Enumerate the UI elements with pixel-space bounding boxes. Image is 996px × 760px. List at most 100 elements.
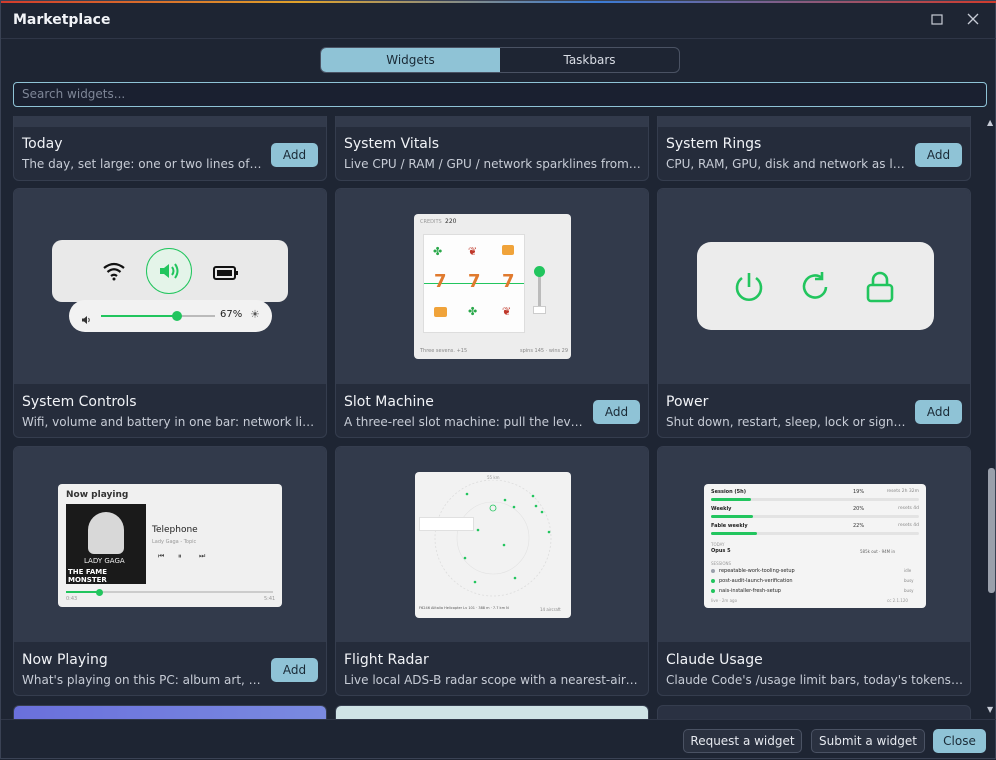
usage-bar-reset: resets 4d bbox=[898, 506, 919, 511]
lever-base bbox=[533, 306, 546, 314]
widget-card-slot-machine[interactable]: CREDITS 220 ✤ ❦ 7 7 7 ✤ ❦ Three sevens. … bbox=[335, 188, 649, 438]
widget-card-system-rings[interactable]: System Rings CPU, RAM, GPU, disk and net… bbox=[657, 116, 971, 181]
widget-preview: Session (5h) 19% resets 2h 32m Weekly 20% res… bbox=[658, 447, 970, 642]
brightness-icon: ☀ bbox=[250, 308, 260, 321]
usage-version: cc 2.1.120 bbox=[887, 598, 908, 603]
speaker-icon bbox=[160, 263, 179, 279]
previous-icon: ⏮ bbox=[158, 552, 165, 560]
grid-scrollbar[interactable]: ▲ ▼ bbox=[986, 116, 996, 719]
tab-taskbars[interactable]: Taskbars bbox=[500, 48, 679, 72]
usage-bar-value: 22% bbox=[853, 523, 865, 529]
widget-card-today[interactable]: Today The day, set large: one or two lin… bbox=[13, 116, 327, 181]
session-status-dot bbox=[711, 579, 715, 583]
session-status-dot bbox=[711, 569, 715, 573]
widget-card-claude-usage[interactable]: Session (5h) 19% resets 2h 32m Weekly 20% res… bbox=[657, 446, 971, 696]
scroll-down-arrow[interactable]: ▼ bbox=[987, 705, 993, 714]
widget-preview bbox=[658, 116, 970, 127]
reel-symbol: 7 bbox=[468, 271, 481, 292]
widget-card-power[interactable]: Power Shut down, restart, sleep, lock or… bbox=[657, 188, 971, 438]
dialog-footer: Request a widget Submit a widget Close bbox=[1, 719, 996, 760]
category-tabs: Widgets Taskbars bbox=[320, 47, 680, 73]
wifi-icon bbox=[102, 261, 126, 285]
now-playing-card: Now playing LADY GAGA THE FAME MONSTER T… bbox=[58, 484, 282, 607]
widget-card-now-playing[interactable]: Now playing LADY GAGA THE FAME MONSTER T… bbox=[13, 446, 327, 696]
radar-nearest: F6246 Alitalia Helicopter Lv 101 · 388 m… bbox=[419, 606, 509, 610]
volume-toggle bbox=[146, 248, 192, 294]
slot-status: Three sevens. +15 bbox=[420, 348, 468, 354]
widget-description: What's playing on this PC: album art, tr… bbox=[22, 673, 262, 687]
widget-name: Today bbox=[22, 136, 63, 152]
marketplace-window: Marketplace Widgets Taskbars Search widg… bbox=[0, 0, 996, 759]
widget-card[interactable] bbox=[13, 705, 327, 719]
scroll-thumb[interactable] bbox=[988, 468, 995, 593]
session-state: busy bbox=[904, 588, 914, 593]
widget-preview bbox=[14, 116, 326, 127]
widget-name: Claude Usage bbox=[666, 652, 763, 668]
restart-icon bbox=[798, 270, 832, 308]
lever-knob bbox=[534, 266, 545, 277]
radar-tooltip bbox=[419, 517, 474, 531]
add-button[interactable]: Add bbox=[915, 143, 962, 167]
widget-preview: CREDITS 220 ✤ ❦ 7 7 7 ✤ ❦ Three sevens. … bbox=[336, 189, 648, 384]
usage-bar-row: Session (5h) 19% resets 2h 32m bbox=[711, 489, 919, 504]
add-button[interactable]: Add bbox=[915, 400, 962, 424]
volume-fill bbox=[101, 315, 178, 317]
add-button[interactable]: Add bbox=[271, 658, 318, 682]
request-widget-button[interactable]: Request a widget bbox=[683, 729, 802, 753]
widget-name: System Rings bbox=[666, 136, 762, 152]
widget-preview: 55 km F6246 Alitalia Helicopter Lv 101 ·… bbox=[336, 447, 648, 642]
widget-description: Wifi, volume and battery in one bar: net… bbox=[22, 415, 318, 429]
usage-bar-track bbox=[711, 532, 919, 535]
session-state: busy bbox=[904, 578, 914, 583]
progress-knob bbox=[96, 588, 104, 596]
submit-widget-button[interactable]: Submit a widget bbox=[811, 729, 925, 753]
widget-description: Claude Code's /usage limit bars, today's… bbox=[666, 673, 966, 687]
widget-preview bbox=[658, 189, 970, 384]
track-artist: Lady Gaga - Topic bbox=[152, 539, 197, 545]
widget-card-system-vitals[interactable]: System Vitals Live CPU / RAM / GPU / net… bbox=[335, 116, 649, 181]
usage-bar-reset: resets 2h 32m bbox=[886, 489, 919, 494]
widget-description: CPU, RAM, GPU, disk and network as live … bbox=[666, 157, 906, 171]
volume-percent: 67% bbox=[220, 309, 243, 320]
widget-card-flight-radar[interactable]: 55 km F6246 Alitalia Helicopter Lv 101 ·… bbox=[335, 446, 649, 696]
widget-description: The day, set large: one or two lines of … bbox=[22, 157, 262, 171]
credits-value: 220 bbox=[445, 218, 457, 225]
session-state: idle bbox=[904, 568, 912, 573]
total-time: 5:41 bbox=[264, 596, 276, 602]
scroll-up-arrow[interactable]: ▲ bbox=[987, 118, 993, 127]
add-button[interactable]: Add bbox=[271, 143, 318, 167]
usage-updated: live · 2m ago bbox=[711, 598, 738, 603]
tab-widgets[interactable]: Widgets bbox=[321, 48, 500, 72]
bar-icon bbox=[434, 307, 447, 317]
reel-symbol: 7 bbox=[502, 271, 515, 292]
usage-bar-label: Fable weekly bbox=[711, 523, 748, 529]
usage-card: Session (5h) 19% resets 2h 32m Weekly 20% res… bbox=[704, 484, 926, 608]
session-status-dot bbox=[711, 589, 715, 593]
battery-icon bbox=[213, 265, 239, 284]
power-buttons-card bbox=[697, 242, 934, 330]
usage-bar-track bbox=[711, 515, 919, 518]
session-name: repeatable-work-tooling-setup bbox=[719, 568, 795, 574]
aircraft-count: 14 aircraft bbox=[540, 607, 561, 612]
close-button[interactable]: Close bbox=[933, 729, 986, 753]
maximize-icon[interactable] bbox=[926, 11, 948, 31]
usage-bar-fill bbox=[711, 515, 753, 518]
clover-icon: ✤ bbox=[433, 245, 443, 258]
slot-reels: ✤ ❦ 7 7 7 ✤ ❦ bbox=[423, 234, 525, 333]
window-title: Marketplace bbox=[13, 12, 111, 28]
close-icon[interactable] bbox=[962, 11, 984, 31]
volume-track bbox=[101, 311, 215, 321]
sessions-label: SESSIONS bbox=[711, 561, 732, 566]
slot-preview-card: CREDITS 220 ✤ ❦ 7 7 7 ✤ ❦ Three sevens. … bbox=[414, 214, 571, 359]
search-input[interactable]: Search widgets... bbox=[13, 82, 987, 107]
progress-fill bbox=[66, 591, 100, 593]
widget-card[interactable] bbox=[657, 705, 971, 719]
widget-card-system-controls[interactable]: 67% ☀ System Controls Wifi, volume and b… bbox=[13, 188, 327, 438]
pause-icon: ⏸ bbox=[178, 552, 182, 560]
title-bar: Marketplace bbox=[1, 3, 996, 39]
elapsed-time: 0:43 bbox=[66, 596, 78, 602]
add-button[interactable]: Add bbox=[593, 400, 640, 424]
album-art: LADY GAGA THE FAME MONSTER bbox=[66, 504, 146, 584]
reel-symbol: 7 bbox=[434, 271, 447, 292]
widget-card[interactable] bbox=[335, 705, 649, 719]
